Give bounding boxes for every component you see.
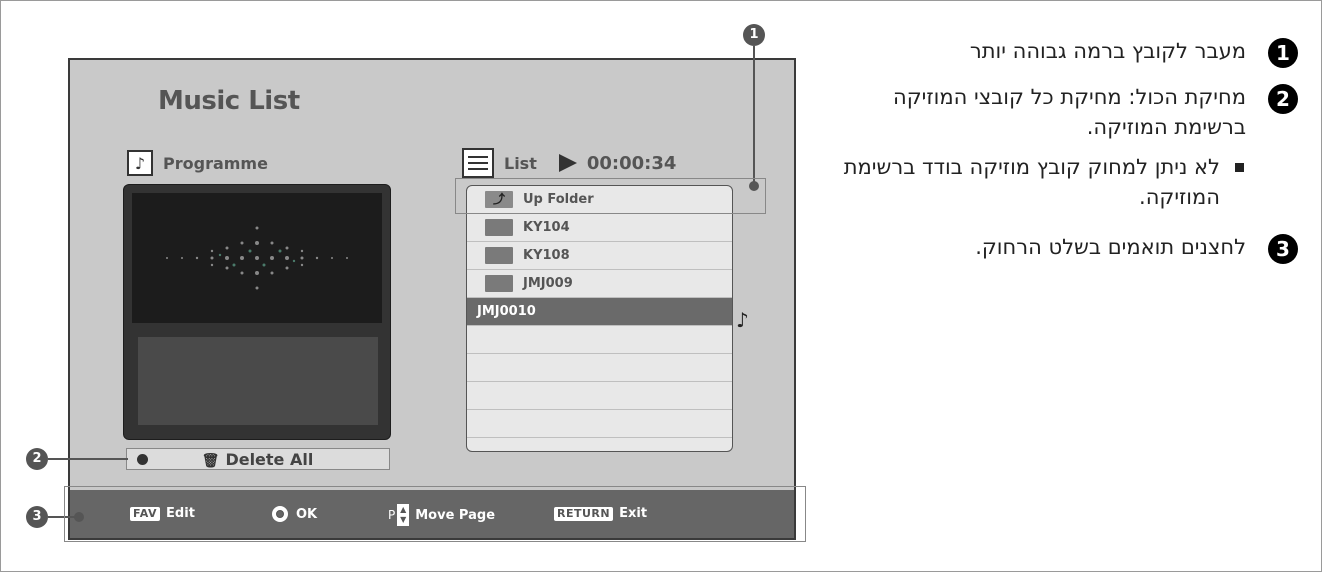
delete-all-label: Delete All [225, 449, 314, 469]
list-item-empty [467, 326, 732, 354]
music-list-screen: Music List ♪ Programme 🗑 Delete All List… [68, 58, 796, 540]
note-3: 3 לחצנים תואמים בשלט הרחוק. [828, 232, 1298, 264]
page-title: Music List [158, 86, 300, 116]
music-programme-icon: ♪ [127, 150, 153, 176]
list-item-empty [467, 354, 732, 382]
list-item-selected[interactable]: JMJ0010 [467, 298, 732, 326]
programme-preview [123, 184, 391, 440]
music-note-icon: ♪ [736, 308, 749, 332]
visualizer-graphic [166, 226, 348, 290]
list-item-empty [467, 382, 732, 410]
note-text-2: מחיקת הכול: מחיקת כל קובצי המוזיקה ברשימ… [893, 85, 1246, 139]
bullet-square-icon [1235, 163, 1244, 172]
note-bullet: לא ניתן למחוק קובץ מוזיקה בודד ברשימת המ… [828, 152, 1298, 212]
folder-icon [485, 247, 513, 264]
programme-header: ♪ Programme [127, 148, 268, 178]
callout-marker-2: 2 [26, 448, 48, 470]
note-number-1: 1 [1268, 38, 1298, 68]
explanation-notes: 1 מעבר לקובץ ברמה גבוהה יותר 2 מחיקת הכו… [828, 36, 1298, 278]
note-text-3: לחצנים תואמים בשלט הרחוק. [975, 235, 1246, 259]
callout-box-3 [64, 486, 806, 542]
play-icon [558, 154, 577, 172]
list-item[interactable]: KY108 [467, 242, 732, 270]
list-label: List [504, 153, 537, 173]
list-header: List 00:00:34 [462, 146, 676, 180]
callout-line-1 [753, 46, 755, 184]
elapsed-time: 00:00:34 [586, 152, 677, 174]
note-1: 1 מעבר לקובץ ברמה גבוהה יותר [828, 36, 1298, 68]
folder-icon [485, 219, 513, 236]
callout-marker-1: 1 [743, 24, 765, 46]
music-file-list[interactable]: ⤴ Up Folder KY104 KY108 JMJ009 JMJ0010 [466, 185, 733, 452]
track-info-panel [138, 337, 378, 425]
note-text-1: מעבר לקובץ ברמה גבוהה יותר [969, 39, 1246, 63]
blue-key-icon [137, 453, 148, 465]
list-item[interactable]: JMJ009 [467, 270, 732, 298]
trash-icon: 🗑 [201, 452, 220, 469]
visualizer [132, 193, 382, 323]
list-item-empty [467, 410, 732, 438]
note-number-3: 3 [1268, 234, 1298, 264]
note-number-2: 2 [1268, 84, 1298, 114]
delete-all-button[interactable]: 🗑 Delete All [126, 448, 390, 470]
note-2: 2 מחיקת הכול: מחיקת כל קובצי המוזיקה ברש… [828, 82, 1298, 142]
folder-icon [485, 275, 513, 292]
callout-marker-3: 3 [26, 506, 48, 528]
callout-line-2 [48, 458, 128, 460]
programme-label: Programme [163, 153, 268, 173]
callout-box-1 [455, 178, 766, 214]
note-bullet-text: לא ניתן למחוק קובץ מוזיקה בודד ברשימת המ… [843, 155, 1220, 209]
list-icon [462, 148, 494, 178]
list-item[interactable]: KY104 [467, 214, 732, 242]
